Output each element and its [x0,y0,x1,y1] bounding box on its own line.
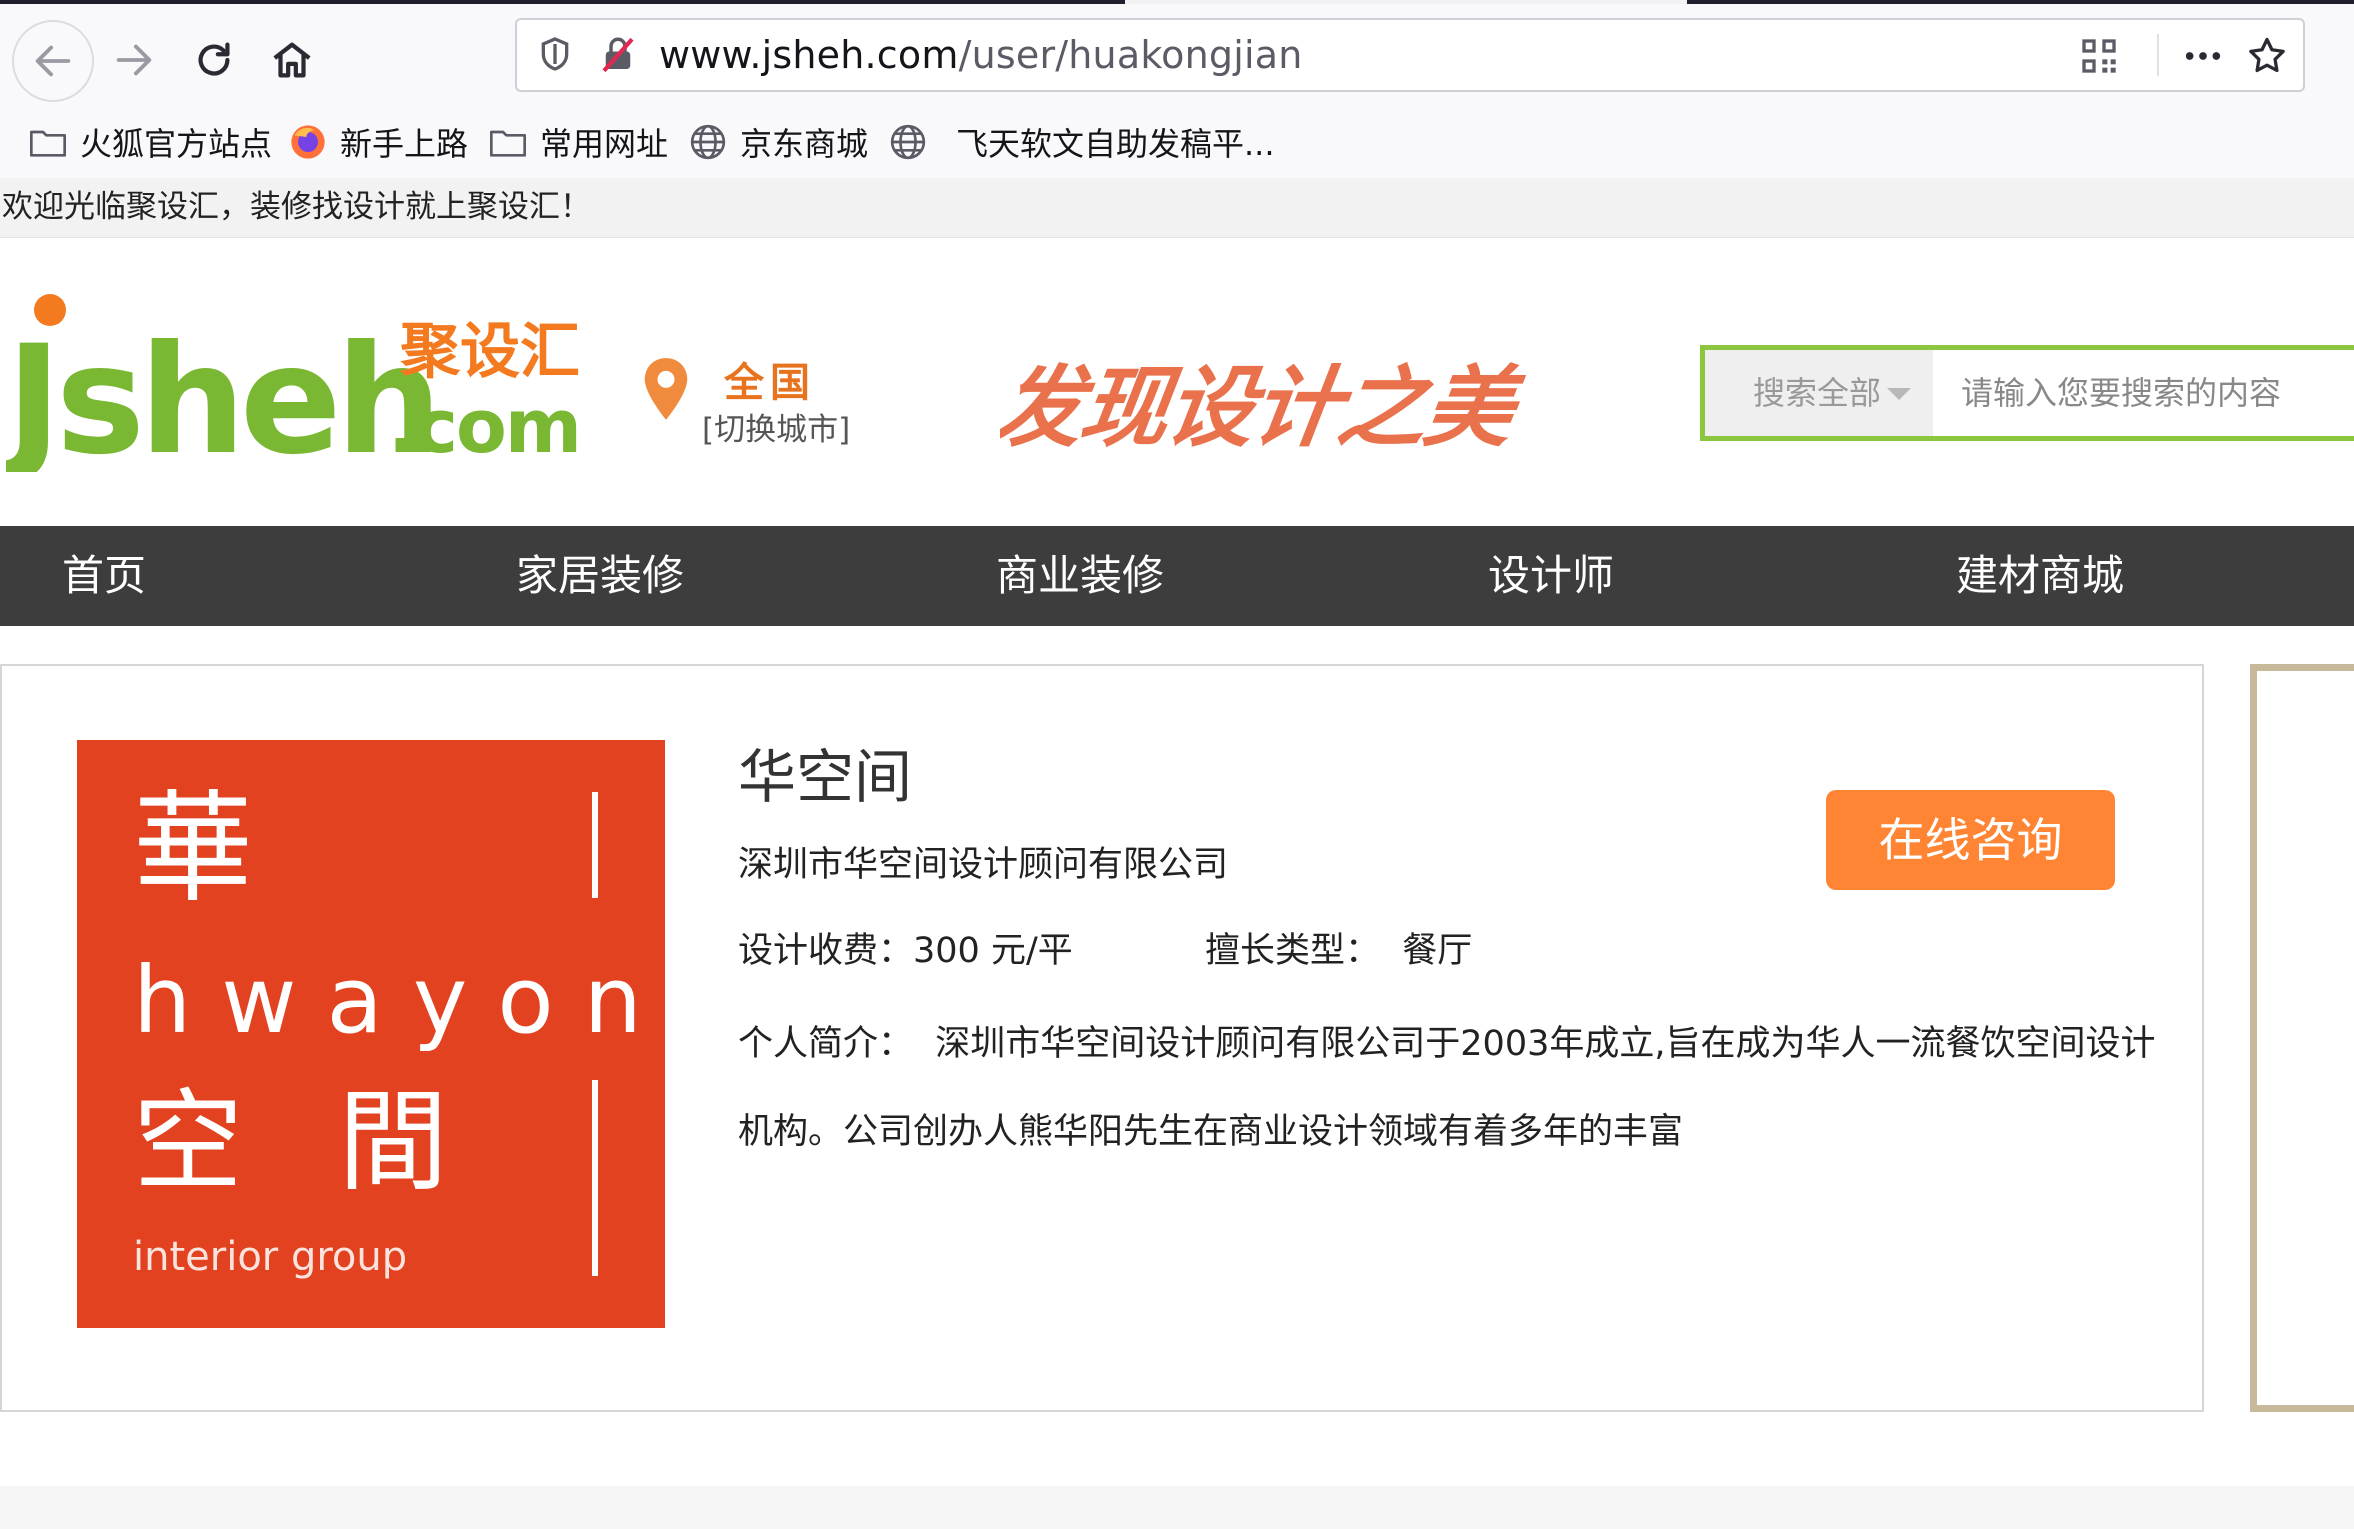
folder-icon [490,130,526,157]
switch-city-link[interactable]: [切换城市] [702,404,850,449]
site-slogan: 发现设计之美 [1000,355,1530,458]
bookmark-item[interactable]: 京东商城 [688,116,868,168]
avatar-cn-top: 華 [133,780,253,919]
company-name: 深圳市华空间设计顾问有限公司 [738,845,1229,885]
back-button[interactable] [12,20,94,102]
nav-item-designers[interactable]: 设计师 [1488,526,1614,626]
arrow-right-icon [116,44,152,76]
search-input[interactable] [1933,350,2354,436]
folder-icon [30,130,66,157]
avatar-tagline: interior group [133,1234,407,1280]
arrow-left-icon [35,45,71,77]
bio-label: 个人简介： [738,1024,914,1064]
nav-item-home-decoration[interactable]: 家居装修 [516,526,684,626]
nav-item-home[interactable]: 首页 [62,526,146,626]
nav-item-materials-mall[interactable]: 建材商城 [1956,526,2124,626]
bookmark-star-icon[interactable] [2245,34,2289,78]
address-bar[interactable]: www.jsheh.com/user/huakongjian [515,18,2305,92]
caret-down-icon [1887,388,1911,400]
home-button[interactable] [252,20,332,100]
current-city: 全国 [724,360,816,406]
bookmarks-bar: 火狐官方站点 新手上路 常用网址 京东商城 飞天软文自助发稿平... [0,106,2354,179]
avatar-latin-text: hwayon [133,947,665,1054]
bookmark-item[interactable]: 飞天软文自助发稿平... [888,116,1275,168]
online-consult-button[interactable]: 在线咨询 [1826,790,2115,890]
specialty-label: 擅长类型： [1205,931,1381,971]
bookmark-item[interactable]: 新手上路 [288,116,468,168]
bookmark-item[interactable]: 火狐官方站点 [28,116,272,168]
slogan-text: 发现设计之美 [1000,355,1530,458]
shield-icon[interactable] [535,34,575,74]
insecure-lock-icon[interactable] [597,34,639,76]
site-logo[interactable]: Jsheh .com 聚设汇 [6,292,596,472]
specialty-value: 餐厅 [1402,931,1473,971]
reload-icon [198,42,230,76]
logo-domain-text: .com [388,384,580,470]
footer-strip [0,1486,2354,1529]
browser-toolbar: www.jsheh.com/user/huakongjian [0,4,2354,106]
designer-name: 华空间 [738,743,913,811]
welcome-bar: 欢迎光临聚设汇，装修找设计就上聚设汇！ [0,178,2354,238]
avatar-cn-bottom: 空 間 [133,1078,478,1206]
city-selector[interactable]: 全国 [切换城市] [640,348,880,458]
nav-item-commercial-decoration[interactable]: 商业装修 [996,526,1164,626]
reload-button[interactable] [174,20,254,100]
search-box: 搜索全部 [1700,345,2354,441]
more-actions-icon[interactable] [2183,36,2223,76]
specialty: 擅长类型： 餐厅 [1205,922,1472,973]
globe-icon [890,124,926,160]
design-fee: 设计收费：300 元/平 [738,922,1073,973]
designer-bio: 个人简介： 深圳市华空间设计顾问有限公司于2003年成立,旨在成为华人一流餐饮空… [738,1000,2158,1176]
url-text[interactable]: www.jsheh.com/user/huakongjian [659,20,1303,90]
globe-icon [690,124,726,160]
location-pin-icon [644,358,688,420]
bookmark-item[interactable]: 常用网址 [488,116,668,168]
forward-button[interactable] [94,20,174,100]
designer-avatar-logo: 華 hwayon 空 間 interior group [77,740,665,1328]
qr-code-icon[interactable] [2079,36,2119,76]
bio-text: 深圳市华空间设计顾问有限公司于2003年成立,旨在成为华人一流餐饮空间设计机构。… [738,1024,2156,1152]
search-scope-dropdown[interactable]: 搜索全部 [1705,350,1933,436]
design-fee-value: 300 元/平 [913,931,1073,971]
design-fee-label: 设计收费： [738,931,914,971]
firefox-icon [291,125,325,159]
logo-brand-text: Jsheh [6,314,436,472]
side-panel [2250,664,2354,1412]
logo-cn-text: 聚设汇 [399,317,580,387]
main-nav: 首页 家居装修 商业装修 设计师 建材商城 [0,526,2354,626]
home-icon [273,42,311,78]
